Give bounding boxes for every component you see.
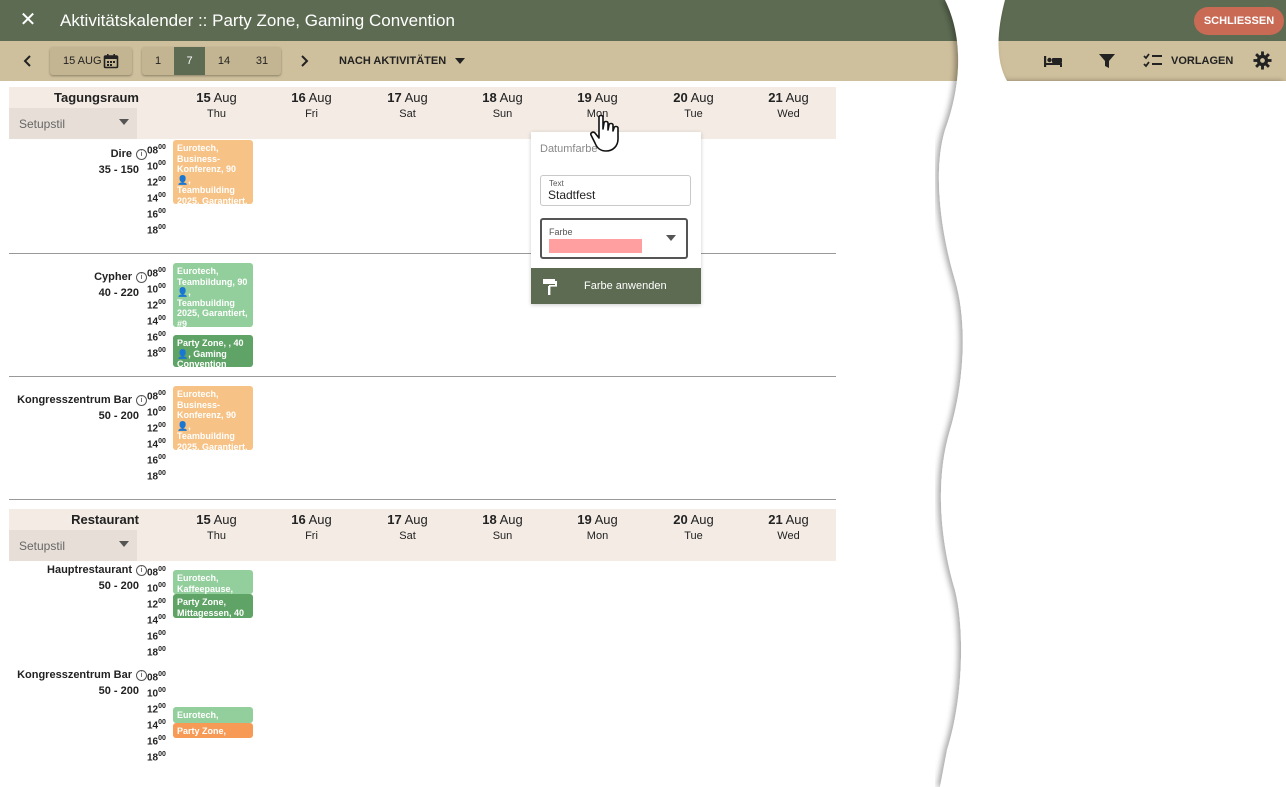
event-block[interactable]: Party Zone, Mittagessen, 40	[173, 594, 253, 618]
event-block[interactable]: Eurotech, Kaffeepause,	[173, 570, 253, 594]
range-option-14[interactable]: 14	[205, 47, 243, 75]
time-labels: 0800 1000 1200 1400 1600 1800	[147, 671, 166, 764]
day-header: 20 Aug Tue	[673, 90, 714, 120]
day-header: 21 Aug Wed	[768, 90, 809, 120]
date-label: 15 AUG	[63, 55, 102, 67]
calendar-icon	[103, 54, 119, 69]
caret-down-icon	[455, 58, 465, 64]
info-icon[interactable]: i	[136, 148, 147, 160]
day-header: 17 Aug Sat	[387, 512, 428, 542]
room-row-dire: Dire i 35 - 150 0800 1000 1200 1400 1600 …	[9, 140, 836, 253]
event-block[interactable]: Party Zone,	[173, 723, 253, 738]
day-header: 21 Aug Wed	[768, 512, 809, 542]
event-block[interactable]: Eurotech, Business-Konferenz, 90 👤, Team…	[173, 386, 253, 450]
chevron-right-icon[interactable]	[294, 51, 314, 71]
room-capacity: 40 - 220	[98, 287, 139, 299]
room-name: Hauptrestaurant i	[9, 564, 147, 576]
time-labels: 0800 1000 1200 1400 1600 1800	[147, 390, 166, 483]
info-icon[interactable]: i	[136, 271, 147, 283]
room-capacity: 50 - 200	[98, 410, 139, 422]
setup-style-select[interactable]: Setupstil	[9, 108, 137, 139]
info-icon[interactable]: i	[136, 394, 147, 406]
setup-style-placeholder: Setupstil	[19, 539, 66, 553]
room-capacity: 35 - 150	[98, 164, 139, 176]
text-field-label: Text	[549, 179, 564, 188]
close-icon[interactable]: ✕	[17, 9, 39, 31]
setup-style-placeholder: Setupstil	[19, 117, 66, 131]
section-title: Restaurant	[71, 512, 139, 527]
time-labels: 0800 1000 1200 1400 1600 1800	[147, 566, 166, 659]
day-header: 16 Aug Fri	[291, 512, 332, 542]
text-field[interactable]: Text	[540, 175, 691, 206]
section-header-restaurant: Restaurant Setupstil 15 Aug Thu 16 Aug Fri…	[9, 509, 836, 561]
room-row-hauptrestaurant: Hauptrestaurant i 50 - 200 0800 1000 1200…	[9, 562, 836, 662]
room-name: Cypher i	[9, 271, 147, 283]
room-capacity: 50 - 200	[98, 685, 139, 697]
room-name: Dire i	[9, 148, 147, 160]
setup-style-select[interactable]: Setupstil	[9, 530, 137, 561]
room-name: Kongresszentrum Bar i	[9, 394, 147, 406]
info-icon[interactable]: i	[136, 564, 147, 576]
apply-color-label: Farbe anwenden	[584, 280, 667, 292]
color-select-label: Farbe	[549, 227, 573, 237]
torn-edge	[938, 0, 1286, 787]
paint-roller-icon	[543, 279, 557, 295]
day-header: 15 Aug Thu	[196, 512, 237, 542]
room-capacity: 50 - 200	[98, 580, 139, 592]
section-title: Tagungsraum	[54, 90, 139, 105]
range-option-1[interactable]: 1	[142, 47, 174, 75]
page-title: Aktivitätskalender :: Party Zone, Gaming…	[60, 11, 455, 30]
caret-down-icon	[119, 541, 129, 547]
info-icon[interactable]: i	[136, 669, 147, 681]
event-block[interactable]: Party Zone, , 40 👤, Gaming Convention	[173, 335, 253, 367]
chevron-left-icon[interactable]	[18, 51, 38, 71]
time-labels: 0800 1000 1200 1400 1600 1800	[147, 144, 166, 237]
group-by-label: NACH AKTIVITÄTEN	[339, 55, 447, 67]
day-header: 15 Aug Thu	[196, 90, 237, 120]
row-divider	[9, 376, 836, 377]
room-row-kongresszentrum-bar: Kongresszentrum Bar i 50 - 200 0800 1000 …	[9, 386, 836, 499]
time-labels: 0800 1000 1200 1400 1600 1800	[147, 267, 166, 360]
range-option-31[interactable]: 31	[243, 47, 281, 75]
day-header: 17 Aug Sat	[387, 90, 428, 120]
section-header-tagungsraum: Tagungsraum Setupstil 15 Aug Thu 16 Aug Fr…	[9, 87, 836, 139]
range-selector: 1 7 14 31	[142, 47, 281, 75]
event-block[interactable]: Eurotech,	[173, 707, 253, 723]
caret-down-icon	[119, 119, 129, 125]
day-header: 19 Aug Mon	[577, 512, 618, 542]
day-header: 20 Aug Tue	[673, 512, 714, 542]
apply-color-button[interactable]: Farbe anwenden	[531, 268, 701, 304]
row-divider	[9, 253, 836, 254]
range-option-7[interactable]: 7	[174, 47, 205, 75]
event-block[interactable]: Eurotech, Business-Konferenz, 90 👤, Team…	[173, 140, 253, 204]
day-header: 18 Aug Sun	[482, 512, 523, 542]
date-picker-button[interactable]: 15 AUG	[50, 47, 132, 75]
row-divider	[9, 499, 836, 500]
hand-cursor-icon	[590, 114, 619, 152]
caret-down-icon	[666, 235, 676, 241]
event-block[interactable]: Eurotech, Teambildung, 90 👤, Teambuildin…	[173, 263, 253, 327]
day-header: 16 Aug Fri	[291, 90, 332, 120]
group-by-dropdown[interactable]: NACH AKTIVITÄTEN	[339, 47, 465, 75]
room-name: Kongresszentrum Bar i	[9, 669, 147, 681]
color-select[interactable]: Farbe	[540, 218, 688, 259]
color-swatch	[549, 239, 642, 253]
room-row-kongresszentrum-bar-restaurant: Kongresszentrum Bar i 50 - 200 0800 1000 …	[9, 667, 836, 767]
text-input[interactable]	[548, 188, 678, 202]
room-row-cypher: Cypher i 40 - 220 0800 1000 1200 1400 160…	[9, 263, 836, 376]
date-color-popup: Datumfarbe Text Farbe Farbe anwenden	[531, 132, 701, 304]
day-header: 18 Aug Sun	[482, 90, 523, 120]
